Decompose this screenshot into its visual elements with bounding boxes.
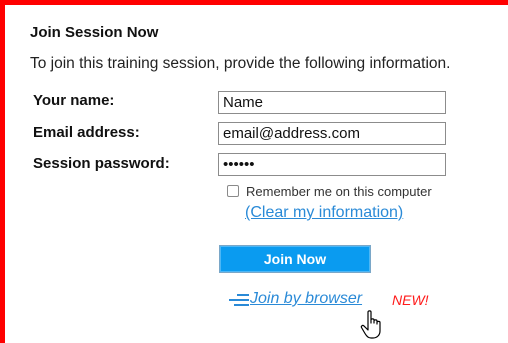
hand-pointer-icon [360,310,381,339]
clear-information-link[interactable]: (Clear my information) [245,204,403,222]
remember-label[interactable]: Remember me on this computer [246,184,432,199]
intro-text: To join this training session, provide t… [30,55,451,72]
join-now-button[interactable]: Join Now [219,245,371,273]
name-field[interactable] [218,91,446,114]
password-field[interactable] [218,153,446,176]
name-label: Your name: [33,92,115,109]
remember-checkbox[interactable] [227,185,239,197]
new-badge: NEW! [392,292,429,308]
email-field[interactable] [218,122,446,145]
email-label: Email address: [33,124,140,141]
panel-title: Join Session Now [30,24,159,41]
lines-speed-icon[interactable] [228,291,250,309]
password-label: Session password: [33,155,170,172]
join-by-browser-link[interactable]: Join by browser [250,290,362,308]
